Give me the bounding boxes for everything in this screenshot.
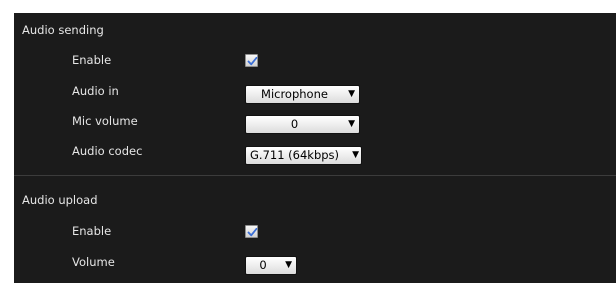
audio-sending-enable-checkbox[interactable] bbox=[245, 54, 258, 67]
audio-in-select[interactable]: Microphone ▼ bbox=[245, 85, 360, 104]
triangle-down-icon: ▼ bbox=[348, 89, 355, 99]
mic-volume-value: 0 bbox=[290, 117, 299, 131]
triangle-down-icon: ▼ bbox=[352, 150, 359, 160]
audio-codec-label: Audio codec bbox=[72, 144, 143, 158]
mic-volume-select[interactable]: 0 ▼ bbox=[245, 115, 360, 134]
audio-in-value: Microphone bbox=[261, 87, 328, 101]
audio-settings-panel: Audio sending Enable Audio in Microphone… bbox=[14, 13, 616, 283]
volume-select[interactable]: 0 ▼ bbox=[245, 256, 297, 275]
triangle-down-icon: ▼ bbox=[285, 260, 292, 270]
audio-upload-enable-checkbox[interactable] bbox=[245, 225, 258, 238]
audio-codec-select[interactable]: G.711 (64kbps) ▼ bbox=[245, 146, 362, 165]
triangle-down-icon: ▼ bbox=[348, 119, 355, 129]
checkmark-icon bbox=[247, 227, 258, 237]
audio-sending-enable-label: Enable bbox=[72, 53, 112, 67]
checkmark-icon bbox=[247, 56, 258, 66]
audio-upload-enable-label: Enable bbox=[72, 224, 112, 238]
audio-codec-value: G.711 (64kbps) bbox=[250, 148, 340, 162]
volume-value: 0 bbox=[259, 258, 267, 272]
audio-sending-title: Audio sending bbox=[22, 23, 104, 37]
audio-upload-title: Audio upload bbox=[22, 193, 98, 207]
mic-volume-label: Mic volume bbox=[72, 114, 138, 128]
volume-label: Volume bbox=[72, 255, 115, 269]
audio-in-label: Audio in bbox=[72, 84, 119, 98]
section-divider bbox=[14, 175, 616, 176]
